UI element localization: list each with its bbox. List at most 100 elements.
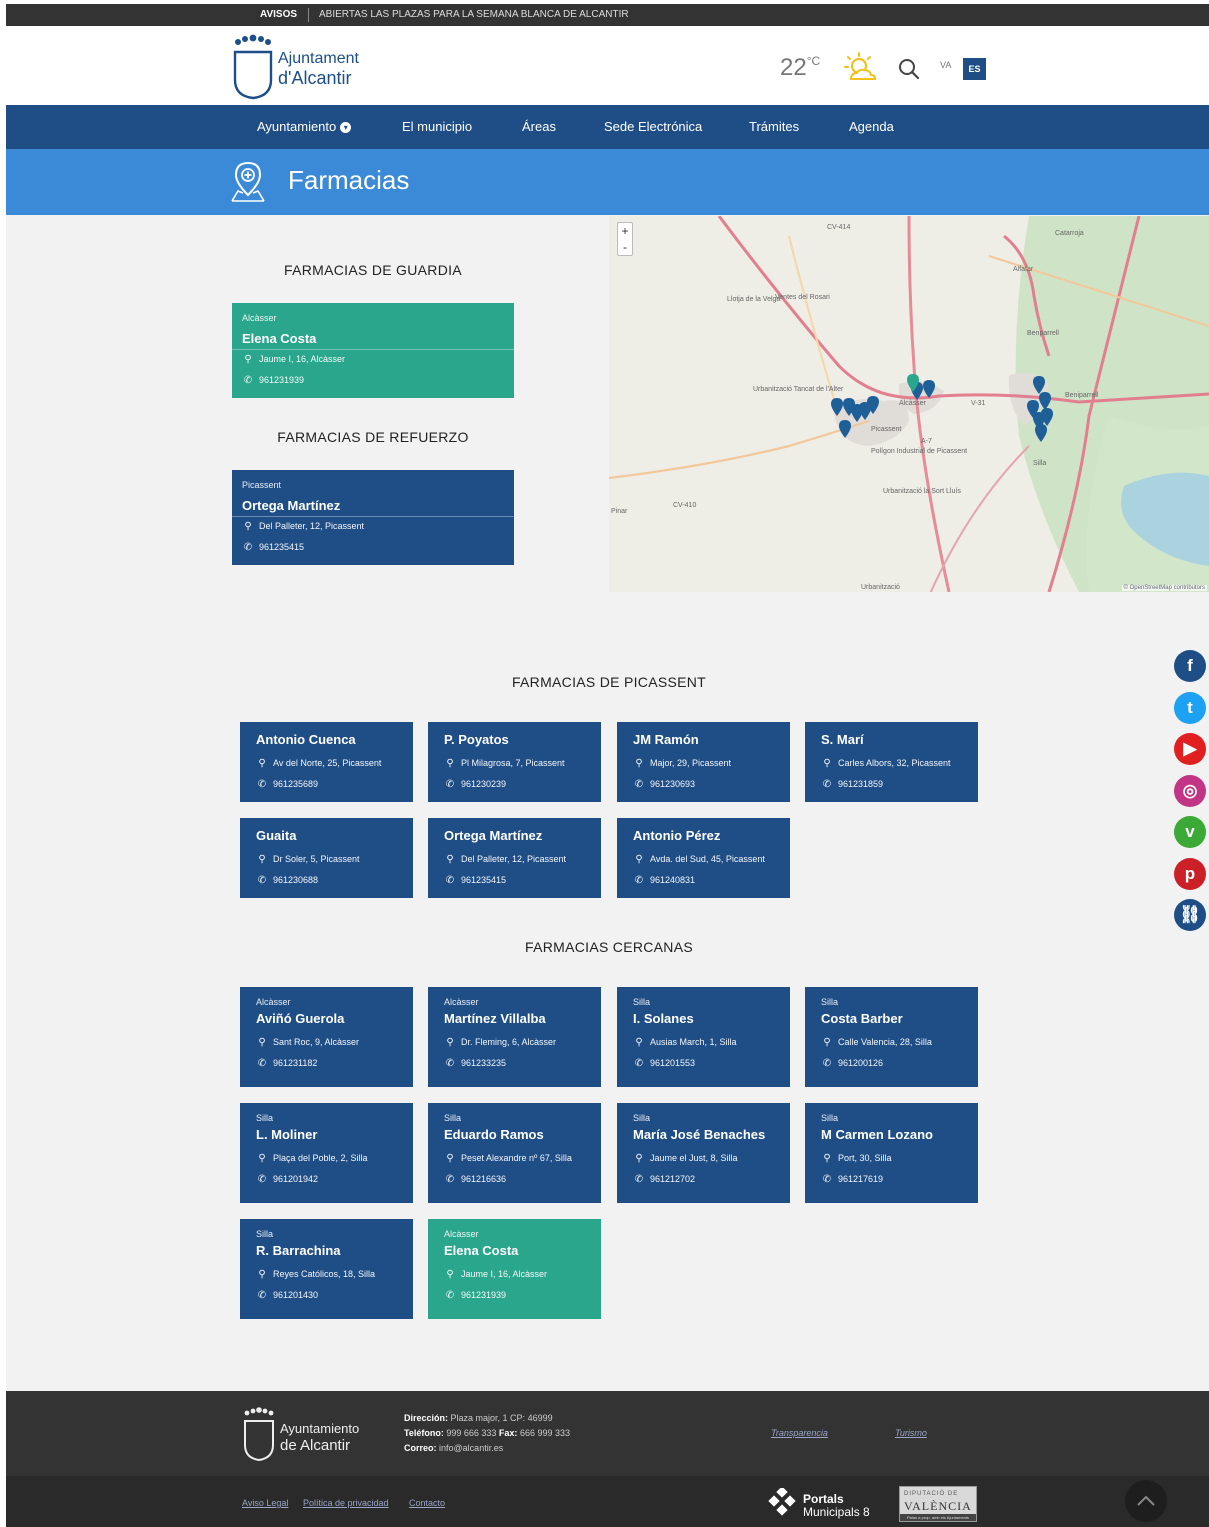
map-label: Benparrell xyxy=(1027,330,1059,337)
vimeo-icon[interactable]: v xyxy=(1174,816,1206,848)
map-attribution[interactable]: © OpenStreetMap contributors xyxy=(1121,585,1207,591)
pharmacy-card[interactable]: Silla M Carmen Lozano ⚲ Port, 30, Silla ✆ 961… xyxy=(805,1103,978,1203)
map-label: Polígon Industrial de Picassent xyxy=(871,448,968,455)
card-town: Silla xyxy=(821,997,839,1007)
card-name: Guaita xyxy=(256,828,297,843)
footer-link-turismo[interactable]: Turismo xyxy=(895,1428,927,1438)
phone-text: 961235415 xyxy=(461,875,507,885)
pharmacy-card[interactable]: Alcàsser Aviñó Guerola ⚲ Sant Roc, 9, Alcàs… xyxy=(240,987,413,1087)
footer-link-aviso-legal[interactable]: Aviso Legal xyxy=(242,1498,288,1508)
map-label: Ventes del Rosari xyxy=(775,294,830,301)
pharmacy-card[interactable]: P. Poyatos ⚲ Pl Milagrosa, 7, Picassent ✆ 96… xyxy=(428,722,601,802)
language-es[interactable]: ES xyxy=(963,58,986,80)
pharmacy-card[interactable]: Silla I. Solanes ⚲ Ausias March, 1, Silla ✆ 9… xyxy=(617,987,790,1087)
zoom-out-button[interactable]: - xyxy=(618,239,632,255)
guardia-pharmacy-card[interactable]: Alcàsser Elena Costa ⚲ Jaume I, 16, Alcàs… xyxy=(232,303,514,398)
diputacio-logo[interactable]: DIPUTACIÓ DE VALÈNCIA Palau a prop, amb … xyxy=(899,1486,977,1522)
footer-link-privacidad[interactable]: Política de privacidad xyxy=(303,1498,389,1508)
footer-bottom-bar: Aviso Legal Política de privacidad Conta… xyxy=(6,1476,1209,1527)
map-pin-icon: ⚲ xyxy=(244,521,252,532)
youtube-icon[interactable]: ▶ xyxy=(1174,733,1206,765)
nav-item-municipio[interactable]: El municipio xyxy=(402,105,472,149)
card-name: Aviñó Guerola xyxy=(256,1011,345,1026)
card-name: Elena Costa xyxy=(444,1243,519,1258)
nav-item-tramites[interactable]: Trámites xyxy=(749,105,799,149)
alert-link[interactable]: ABIERTAS LAS PLAZAS PARA LA SEMANA BLANC… xyxy=(319,4,629,26)
card-address: ⚲ Pl Milagrosa, 7, Picassent xyxy=(444,758,564,769)
pharmacy-card[interactable]: Guaita ⚲ Dr Soler, 5, Picassent ✆ 961230688 xyxy=(240,818,413,898)
card-phone: ✆ 961240831 xyxy=(633,875,695,886)
phone-icon: ✆ xyxy=(257,875,267,886)
card-name: I. Solanes xyxy=(633,1011,694,1026)
card-divider xyxy=(232,349,514,350)
phone-icon: ✆ xyxy=(257,1290,267,1301)
phone-icon: ✆ xyxy=(822,779,832,790)
phone-icon: ✆ xyxy=(257,1174,267,1185)
twitter-icon[interactable]: t xyxy=(1174,691,1206,724)
phone-text: 961240831 xyxy=(650,875,696,885)
email-label: Correo: xyxy=(404,1443,437,1453)
card-town: Silla xyxy=(633,997,651,1007)
map-label: Alfafar xyxy=(1013,266,1034,273)
pharmacy-card[interactable]: Silla R. Barrachina ⚲ Reyes Católicos, 18, … xyxy=(240,1219,413,1319)
phone-icon: ✆ xyxy=(445,1290,455,1301)
phone-text: 961230693 xyxy=(650,779,696,789)
site-logo[interactable]: Ajuntament d'Alcantir xyxy=(232,34,382,100)
card-name: Martínez Villalba xyxy=(444,1011,546,1026)
map-pin-icon: ⚲ xyxy=(823,1037,831,1048)
pharmacy-card[interactable]: Silla Eduardo Ramos ⚲ Peset Alexandre nº 67… xyxy=(428,1103,601,1203)
card-address: ⚲ Jaume el Just, 8, Silla xyxy=(633,1153,737,1164)
phone-icon: ✆ xyxy=(257,1058,267,1069)
pharmacy-card[interactable]: Alcàsser Elena Costa ⚲ Jaume I, 16, Alcàsse… xyxy=(428,1219,601,1319)
address-text: Dr. Fleming, 6, Alcàsser xyxy=(461,1037,557,1047)
card-address: ⚲ Carles Albors, 32, Picassent xyxy=(821,758,950,769)
card-town: Silla xyxy=(256,1113,274,1123)
pharmacy-location-icon xyxy=(231,161,265,202)
map-label: CV-410 xyxy=(673,502,697,509)
language-va[interactable]: VA xyxy=(940,60,951,70)
nav-item-areas[interactable]: Áreas xyxy=(522,105,556,149)
pharmacy-card[interactable]: Antonio Pérez ⚲ Avda. del Sud, 45, Picasse… xyxy=(617,818,790,898)
phone-text: 961212702 xyxy=(650,1174,696,1184)
pharmacy-card[interactable]: Silla L. Moliner ⚲ Plaça del Poble, 2, Sill… xyxy=(240,1103,413,1203)
refuerzo-pharmacy-card[interactable]: Picassent Ortega Martínez ⚲ Del Palleter,… xyxy=(232,470,514,565)
phone-icon: ✆ xyxy=(822,1058,832,1069)
pinterest-icon[interactable]: p xyxy=(1174,857,1206,890)
pharmacy-card[interactable]: Silla Costa Barber ⚲ Calle Valencia, 28, Si… xyxy=(805,987,978,1087)
search-icon[interactable] xyxy=(898,58,920,80)
main-nav: Ayuntamiento ▾ El municipio Áreas Sede El… xyxy=(6,105,1209,149)
facebook-icon[interactable]: f xyxy=(1174,650,1206,682)
map-label: CV-414 xyxy=(827,224,851,231)
site-header: Ajuntament d'Alcantir 22°C VA ES xyxy=(6,26,1209,105)
pharmacy-card[interactable]: Ortega Martínez ⚲ Del Palleter, 12, Picass… xyxy=(428,818,601,898)
crown-shield-icon xyxy=(233,34,273,100)
link-icon[interactable]: ⛓ xyxy=(1174,899,1206,931)
pharmacy-card[interactable]: JM Ramón ⚲ Major, 29, Picassent ✆ 961230693 xyxy=(617,722,790,802)
logo-line1: Ajuntament xyxy=(278,50,359,67)
footer-link-transparencia[interactable]: Transparencia xyxy=(771,1428,828,1438)
zoom-in-button[interactable]: + xyxy=(618,223,632,239)
phone-icon: ✆ xyxy=(257,779,267,790)
pharmacy-card[interactable]: S. Marí ⚲ Carles Albors, 32, Picassent ✆ 961… xyxy=(805,722,978,802)
nav-item-agenda[interactable]: Agenda xyxy=(849,105,894,149)
pharmacy-card[interactable]: Antonio Cuenca ⚲ Av del Norte, 25, Picasse… xyxy=(240,722,413,802)
nav-item-sede[interactable]: Sede Electrónica xyxy=(604,105,702,149)
footer-phone: Teléfono: 999 666 333 Fax: 666 999 333 xyxy=(404,1428,570,1438)
pharmacy-card[interactable]: Alcàsser Martínez Villalba ⚲ Dr. Fleming, 6… xyxy=(428,987,601,1087)
card-address: ⚲ Ausias March, 1, Silla xyxy=(633,1037,736,1048)
scroll-top-button[interactable] xyxy=(1125,1480,1167,1522)
map-pin-icon: ⚲ xyxy=(635,1153,643,1164)
page-title: Farmacias xyxy=(288,165,410,195)
card-phone: ✆ 961230239 xyxy=(444,779,506,790)
nav-item-ayuntamiento[interactable]: Ayuntamiento ▾ xyxy=(257,105,352,149)
address-text: Sant Roc, 9, Alcàsser xyxy=(273,1037,360,1047)
pharmacy-card[interactable]: Silla María José Benaches ⚲ Jaume el Just, … xyxy=(617,1103,790,1203)
email-value[interactable]: info@alcantir.es xyxy=(439,1443,503,1453)
footer-link-contacto[interactable]: Contacto xyxy=(409,1498,445,1508)
address-text: Reyes Católicos, 18, Silla xyxy=(273,1269,376,1279)
pharmacy-map[interactable]: + - CV-414 Catarroja Alfafar Benparrell … xyxy=(609,216,1209,592)
address-value: Plaza major, 1 CP: 46999 xyxy=(450,1413,553,1423)
card-phone: ✆ 961231182 xyxy=(256,1058,318,1069)
map-pin-icon: ⚲ xyxy=(446,1037,454,1048)
instagram-icon[interactable]: ◎ xyxy=(1174,774,1206,807)
